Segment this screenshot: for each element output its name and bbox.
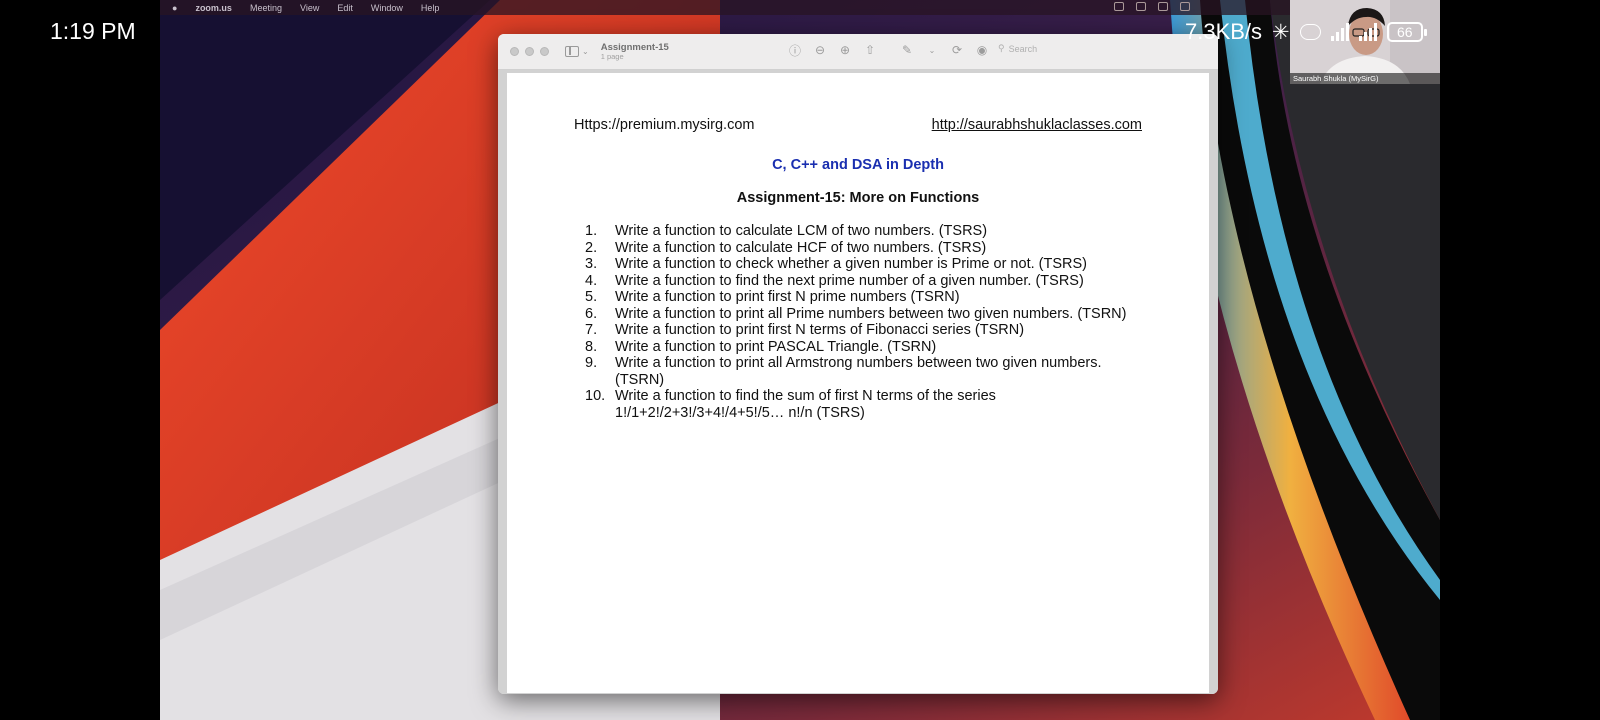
zoom-in-icon[interactable]: ⊕ bbox=[838, 43, 852, 57]
list-item: 5. Write a function to print first N prim… bbox=[585, 289, 1145, 306]
network-speed: 7.3KB/s bbox=[1185, 19, 1263, 44]
toolbar: ⓘ ⊖ ⊕ ⇧ ✎ ⌄ ⟳ ◉ bbox=[788, 43, 989, 58]
window-titlebar: ⌄ Assignment-15 1 page ⓘ ⊖ ⊕ ⇧ ✎ ⌄ ⟳ ◉ ⚲… bbox=[498, 34, 1218, 70]
list-item: 4. Write a function to find the next prim… bbox=[585, 273, 1145, 290]
chevron-down-icon[interactable]: ⌄ bbox=[925, 43, 939, 57]
phone-status-bar: 7.3KB/s ✳ 66 bbox=[1185, 16, 1427, 48]
search-field[interactable]: ⚲ Search bbox=[998, 43, 1037, 54]
vpn-icon bbox=[1299, 24, 1321, 40]
window-controls bbox=[510, 47, 549, 56]
item-text: Write a function to find the next prime … bbox=[615, 272, 1084, 289]
list-item: 3. Write a function to check whether a gi… bbox=[585, 256, 1145, 273]
sidebar-toggle-icon[interactable] bbox=[565, 46, 579, 57]
classes-link[interactable]: http://saurabhshuklaclasses.com bbox=[932, 117, 1142, 133]
screen-icon[interactable] bbox=[1136, 2, 1146, 11]
list-item: 2. Write a function to calculate HCF of t… bbox=[585, 240, 1145, 257]
document-title: Assignment-15 1 page bbox=[600, 42, 669, 61]
bluetooth-icon: ✳ bbox=[1272, 20, 1290, 44]
participant-name: Saurabh Shukla (MySirG) bbox=[1290, 73, 1440, 84]
minimize-button[interactable] bbox=[525, 47, 534, 56]
menu-view[interactable]: View bbox=[300, 3, 319, 13]
markup-pen-icon[interactable]: ✎ bbox=[900, 43, 914, 57]
zoom-out-icon[interactable]: ⊖ bbox=[813, 43, 827, 57]
task-list: 1. Write a function to calculate LCM of t… bbox=[585, 223, 1145, 421]
close-button[interactable] bbox=[510, 47, 519, 56]
chevron-down-icon[interactable]: ⌄ bbox=[582, 47, 589, 56]
list-item: 10. Write a function to find the sum of f… bbox=[585, 388, 1145, 421]
menu-app-zoom[interactable]: zoom.us bbox=[195, 3, 232, 13]
camera-icon[interactable] bbox=[1114, 2, 1124, 11]
macos-menu-bar: ● zoom.us Meeting View Edit Window Help bbox=[160, 0, 1440, 15]
assignment-heading: Assignment-15: More on Functions bbox=[736, 190, 980, 206]
pdf-page: Https://premium.mysirg.com http://saurab… bbox=[507, 73, 1209, 693]
list-item: 8. Write a function to print PASCAL Trian… bbox=[585, 339, 1145, 356]
item-text: Write a function to calculate HCF of two… bbox=[615, 239, 987, 256]
zoom-button[interactable] bbox=[540, 47, 549, 56]
course-heading: C, C++ and DSA in Depth bbox=[772, 157, 944, 173]
info-icon[interactable]: ⓘ bbox=[788, 43, 802, 58]
list-item: 7. Write a function to print first N term… bbox=[585, 322, 1145, 339]
item-text: Write a function to print all Armstrong … bbox=[615, 355, 1102, 388]
menu-window[interactable]: Window bbox=[371, 3, 403, 13]
window-subtitle: 1 page bbox=[600, 51, 624, 61]
search-placeholder: Search bbox=[1008, 43, 1038, 54]
bluetooth-icon[interactable] bbox=[1158, 2, 1168, 11]
document-viewport[interactable]: Https://premium.mysirg.com http://saurab… bbox=[498, 70, 1218, 694]
search-icon: ⚲ bbox=[998, 43, 1005, 53]
item-number: 10. bbox=[585, 388, 606, 404]
item-number: 9. bbox=[585, 355, 598, 371]
list-item: 1. Write a function to calculate LCM of t… bbox=[585, 223, 1145, 240]
item-text: Write a function to print PASCAL Triangl… bbox=[615, 338, 937, 355]
list-item: 6. Write a function to print all Prime nu… bbox=[585, 306, 1145, 323]
premium-url: Https://premium.mysirg.com bbox=[574, 117, 755, 133]
item-text: Write a function to print first N prime … bbox=[615, 289, 960, 305]
item-number: 8. bbox=[585, 338, 598, 355]
item-text: Write a function to calculate LCM of two… bbox=[615, 223, 988, 239]
annotate-icon[interactable]: ◉ bbox=[975, 43, 989, 57]
item-number: 5. bbox=[585, 289, 598, 305]
menu-meeting[interactable]: Meeting bbox=[250, 3, 282, 13]
item-text: Write a function to print all Prime numb… bbox=[615, 305, 1127, 322]
phone-clock: 1:19 PM bbox=[50, 18, 136, 44]
item-number: 6. bbox=[585, 305, 598, 322]
signal-5g-icon bbox=[1331, 23, 1349, 41]
item-number: 2. bbox=[585, 239, 598, 256]
signal-icon bbox=[1359, 23, 1377, 41]
menu-edit[interactable]: Edit bbox=[337, 3, 353, 13]
item-text: Write a function to check whether a give… bbox=[615, 256, 1087, 272]
share-icon[interactable]: ⇧ bbox=[863, 43, 877, 57]
item-text: Write a function to print first N terms … bbox=[615, 322, 1025, 338]
item-number: 7. bbox=[585, 322, 598, 338]
preview-window: ⌄ Assignment-15 1 page ⓘ ⊖ ⊕ ⇧ ✎ ⌄ ⟳ ◉ ⚲… bbox=[498, 34, 1218, 694]
menu-extras bbox=[1114, 2, 1190, 11]
item-number: 3. bbox=[585, 256, 598, 272]
apple-icon[interactable]: ● bbox=[172, 3, 177, 13]
item-number: 1. bbox=[585, 223, 598, 239]
menu-help[interactable]: Help bbox=[421, 3, 440, 13]
battery-icon: 66 bbox=[1387, 22, 1427, 42]
item-number: 4. bbox=[585, 272, 598, 289]
item-text: Write a function to find the sum of firs… bbox=[615, 388, 996, 421]
wifi-icon[interactable] bbox=[1180, 2, 1190, 11]
rotate-icon[interactable]: ⟳ bbox=[950, 43, 964, 57]
list-item: 9. Write a function to print all Armstron… bbox=[585, 355, 1145, 388]
